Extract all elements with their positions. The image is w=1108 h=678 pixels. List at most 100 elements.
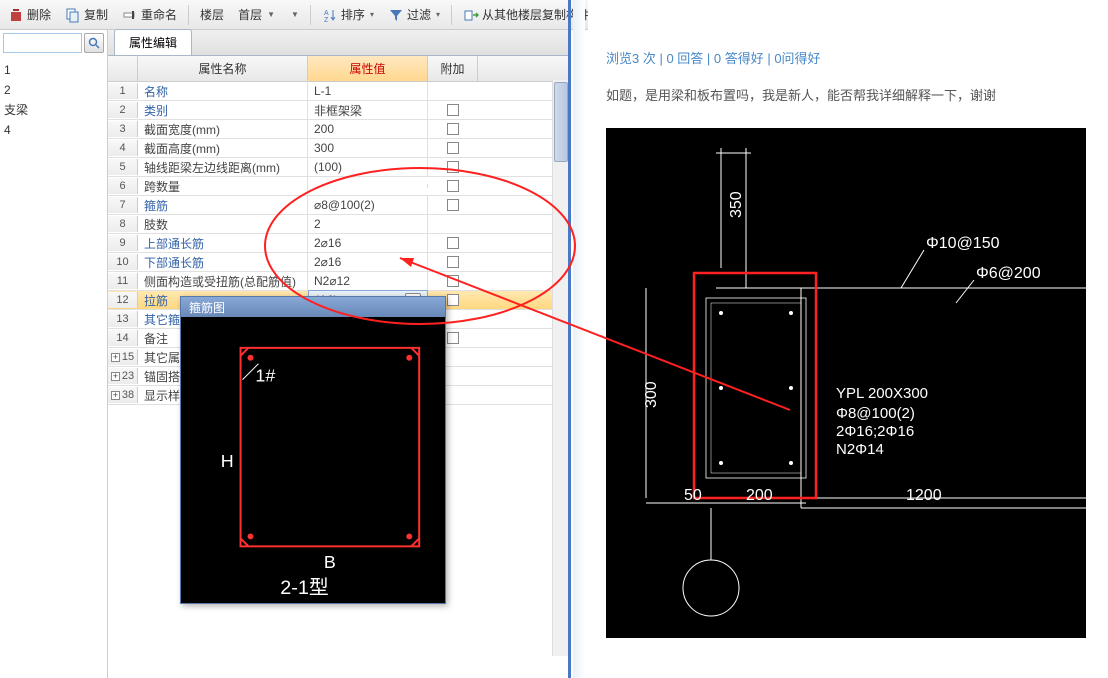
append-checkbox[interactable]	[447, 332, 459, 344]
expand-icon[interactable]: +	[111, 372, 120, 381]
ypl-label: YPL 200X300	[836, 385, 928, 402]
append-checkbox[interactable]	[447, 256, 459, 268]
dim-350: 350	[728, 191, 745, 218]
rebar-label-h: H	[221, 451, 234, 471]
tree-item[interactable]: 4	[2, 120, 105, 140]
scrollbar[interactable]	[552, 80, 568, 656]
delete-button[interactable]: 删除	[2, 4, 57, 25]
copy-button[interactable]: 复制	[59, 4, 114, 25]
phi6-label: Φ6@200	[976, 265, 1041, 282]
tab-row: 属性编辑	[108, 30, 568, 56]
property-value[interactable]: 300	[308, 139, 428, 157]
tab-property-editor[interactable]: 属性编辑	[114, 29, 192, 55]
sort-button[interactable]: AZ 排序 ▾	[316, 4, 380, 25]
delete-icon	[8, 7, 24, 23]
append-checkbox[interactable]	[447, 199, 459, 211]
tree-item[interactable]: 1	[2, 60, 105, 80]
property-row[interactable]: 9上部通长筋2⌀16	[108, 234, 568, 253]
rebar-line1: Φ8@100(2)	[836, 405, 915, 422]
property-row[interactable]: 8肢数2	[108, 215, 568, 234]
append-checkbox[interactable]	[447, 294, 459, 306]
rebar-type: 2-1型	[280, 577, 329, 599]
property-row[interactable]: 10下部通长筋2⌀16	[108, 253, 568, 272]
chevron-down-icon: ▾	[436, 10, 440, 19]
rebar-title: 箍筋图	[181, 297, 445, 317]
floor-selector[interactable]: 楼层	[194, 4, 230, 25]
property-value[interactable]: 非框架梁	[308, 100, 428, 121]
search-button[interactable]	[84, 33, 104, 53]
property-value[interactable]: 2	[308, 215, 428, 233]
property-row[interactable]: 2类别非框架梁	[108, 101, 568, 120]
header-append: 附加	[428, 56, 478, 81]
search-input[interactable]	[3, 33, 82, 53]
left-panel: 1 2 支梁 4	[0, 30, 108, 678]
property-row[interactable]: 7箍筋⌀8@100(2)	[108, 196, 568, 215]
append-checkbox[interactable]	[447, 142, 459, 154]
rebar-diagram-panel: 箍筋图 1# H B 2-1型	[180, 296, 446, 604]
append-checkbox[interactable]	[447, 275, 459, 287]
filter-icon	[388, 7, 404, 23]
cad-view[interactable]: 350 50 200 1200	[606, 128, 1086, 638]
header-value: 属性值	[308, 56, 428, 81]
expand-icon[interactable]: +	[111, 353, 120, 362]
tree-item[interactable]: 2	[2, 80, 105, 100]
right-panel: 浏览3 次 | 0 回答 | 0 答得好 | 0问得好 如题，是用梁和板布置吗，…	[588, 0, 1108, 678]
floor-value: 首层	[238, 6, 262, 23]
header-name: 属性名称	[138, 56, 308, 81]
chevron-down-icon: ▼	[267, 10, 275, 19]
property-row[interactable]: 5轴线距梁左边线距离(mm)(100)	[108, 158, 568, 177]
svg-text:Z: Z	[324, 17, 329, 23]
splitter[interactable]	[568, 0, 571, 678]
property-name: 名称	[138, 81, 308, 102]
append-checkbox[interactable]	[447, 123, 459, 135]
property-value[interactable]: (100)	[308, 158, 428, 176]
dim-300: 300	[643, 381, 660, 408]
property-name: 下部通长筋	[138, 252, 308, 273]
phi10-label: Φ10@150	[926, 235, 1000, 252]
property-row[interactable]: 1名称L-1	[108, 82, 568, 101]
append-checkbox[interactable]	[447, 161, 459, 173]
rebar-line2: 2Φ16;2Φ16	[836, 423, 914, 440]
tree-item[interactable]: 支梁	[2, 100, 105, 120]
tree: 1 2 支梁 4	[0, 56, 107, 144]
grid-header: 属性名称 属性值 附加	[108, 56, 568, 82]
property-name: 箍筋	[138, 195, 308, 216]
append-checkbox[interactable]	[447, 180, 459, 192]
append-checkbox[interactable]	[447, 237, 459, 249]
floor-label: 楼层	[200, 6, 224, 23]
property-name: 侧面构造或受扭筋(总配筋值)	[138, 271, 308, 292]
svg-text:A: A	[324, 10, 329, 17]
sort-icon: AZ	[322, 7, 338, 23]
copy-icon	[65, 7, 81, 23]
filter-button[interactable]: 过滤 ▾	[382, 4, 446, 25]
expand-icon[interactable]: +	[111, 391, 120, 400]
floor-dropdown[interactable]: 首层 ▼	[232, 4, 281, 25]
property-row[interactable]: 4截面高度(mm)300	[108, 139, 568, 158]
filter-label: 过滤	[407, 6, 431, 23]
property-row[interactable]: 3截面宽度(mm)200	[108, 120, 568, 139]
question-text: 如题，是用梁和板布置吗，我是新人，能否帮我详细解释一下，谢谢	[606, 85, 1090, 104]
property-row[interactable]: 6跨数量	[108, 177, 568, 196]
property-value[interactable]: N2⌀12	[308, 272, 428, 290]
property-value[interactable]: 200	[308, 120, 428, 138]
dim-50: 50	[684, 487, 702, 504]
property-value[interactable]: 2⌀16	[308, 234, 428, 252]
stats-line: 浏览3 次 | 0 回答 | 0 答得好 | 0问得好	[606, 48, 1090, 67]
sort-label: 排序	[341, 6, 365, 23]
property-name: 肢数	[138, 214, 308, 235]
rename-button[interactable]: 重命名	[116, 4, 183, 25]
rename-label: 重命名	[141, 6, 177, 23]
rebar-label-b: B	[324, 552, 336, 572]
property-name: 截面宽度(mm)	[138, 119, 308, 140]
property-value[interactable]: 2⌀16	[308, 253, 428, 271]
floor-next[interactable]: ▼	[283, 8, 305, 21]
property-name: 轴线距梁左边线距离(mm)	[138, 157, 308, 178]
property-value[interactable]: L-1	[308, 82, 428, 100]
append-checkbox[interactable]	[447, 104, 459, 116]
rebar-line3: N2Φ14	[836, 441, 884, 458]
property-value[interactable]	[308, 184, 428, 188]
property-row[interactable]: 11侧面构造或受扭筋(总配筋值)N2⌀12	[108, 272, 568, 291]
property-value[interactable]: ⌀8@100(2)	[308, 196, 428, 214]
delete-label: 删除	[27, 6, 51, 23]
copy-label: 复制	[84, 6, 108, 23]
